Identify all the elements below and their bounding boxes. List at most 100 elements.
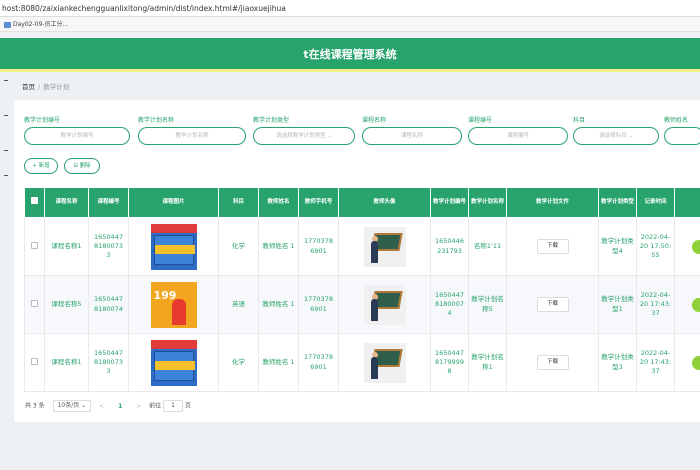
- select-all-cell[interactable]: [24, 187, 45, 218]
- breadcrumb: 首页 / 教学计划: [22, 81, 69, 91]
- app-title: t在线课程管理系统: [0, 38, 700, 72]
- teacher-avatar[interactable]: [363, 226, 406, 267]
- course-no-cell: 1650447 8180073 3: [88, 217, 129, 276]
- page-number-current[interactable]: 1: [118, 403, 122, 410]
- column-header: 教学计划编号: [430, 187, 469, 218]
- plan-no-input[interactable]: 教学计划编号: [24, 127, 130, 145]
- subject-select-placeholder: 请选择科目: [599, 133, 627, 139]
- download-button[interactable]: 下载: [536, 239, 569, 254]
- course-name-input[interactable]: 课程名称: [362, 127, 462, 145]
- goto-label: 前往: [149, 402, 162, 410]
- field-label: 教学计划编号: [24, 117, 61, 124]
- teacher-phone-cell: 1770378 6901: [298, 217, 339, 276]
- book-cover: [153, 350, 195, 381]
- download-button[interactable]: 下载: [536, 297, 569, 312]
- next-page-button[interactable]: >: [136, 403, 141, 410]
- course-name-cell: 课程名称1: [44, 217, 89, 276]
- page-size-select[interactable]: 10条/页 ⌄: [52, 400, 92, 412]
- address-bar[interactable]: host:8080/zaixiankechengguanlixitong/adm…: [0, 0, 700, 17]
- teacher-phone-cell: 1770378 6901: [298, 275, 339, 334]
- teacher-name-input[interactable]: [664, 127, 700, 145]
- book-band: [154, 360, 195, 370]
- subject-cell: 化学: [218, 333, 259, 392]
- table-header-row: 课程名称 课程编号 课程图片 科目 教师姓名 教师手机号 教师头像 教学计划编号…: [24, 187, 700, 218]
- field-label: 课程编号: [468, 117, 493, 124]
- action-button[interactable]: [692, 298, 700, 312]
- plan-name-cell: 教学计划名称1: [468, 333, 507, 392]
- sidebar-marker: [4, 80, 8, 81]
- bookmarks-bar: Day02-09-员工分...: [0, 17, 700, 32]
- field-label: 课程名称: [362, 117, 387, 124]
- row-select-cell: [24, 275, 45, 334]
- subject-select[interactable]: 请选择科目 ⌄: [573, 127, 659, 145]
- column-header: 教学计划名称: [468, 187, 507, 218]
- book-cover: [153, 234, 195, 265]
- subject-cell: 英语: [218, 275, 259, 334]
- chevron-down-icon: ⌄: [327, 133, 332, 139]
- plan-name-cell: 教学计划名称5: [468, 275, 507, 334]
- bookmark-icon: [4, 21, 11, 28]
- teacher-name-cell: 教师姓名 1: [258, 333, 299, 392]
- page-size-value: 10条/页: [57, 402, 80, 409]
- course-name-cell: 课程名称5: [44, 275, 89, 334]
- plan-type-cell: 教学计划类型3: [598, 333, 637, 392]
- row-checkbox[interactable]: [31, 300, 38, 308]
- chevron-down-icon: ⌄: [628, 133, 633, 139]
- teacher-body: [370, 240, 378, 263]
- plan-type-select-placeholder: 请选择教学计划类型: [276, 133, 326, 139]
- teacher-phone-cell: 1770378 6901: [298, 333, 339, 392]
- prev-page-button[interactable]: <: [99, 403, 104, 410]
- plan-type-cell: 教学计划类型4: [598, 217, 637, 276]
- plan-type-select[interactable]: 请选择教学计划类型 ⌄: [253, 127, 355, 145]
- delete-button[interactable]: ⊟ 删除: [64, 158, 100, 174]
- column-header: 教学计划文件: [506, 187, 599, 218]
- course-no-cell: 1650447 8180074: [88, 275, 129, 334]
- teacher-avatar-cell: [338, 275, 431, 334]
- goto-page-input[interactable]: 1: [163, 400, 184, 412]
- bookmark-item[interactable]: Day02-09-员工分...: [13, 21, 68, 28]
- plan-name-input[interactable]: 教学计划名称: [138, 127, 246, 145]
- teacher-avatar[interactable]: [363, 342, 406, 383]
- course-image[interactable]: 199: [150, 281, 197, 328]
- course-name-cell: 课程名称1: [44, 333, 89, 392]
- table-row: 课程名称5 1650447 8180074 199 英语 教师姓名 1 1770…: [24, 275, 700, 334]
- table-row: 课程名称1 1650447 8180073 3 化学 教师姓名 1 177037…: [24, 217, 700, 276]
- course-image[interactable]: [150, 339, 197, 386]
- action-button[interactable]: [692, 356, 700, 370]
- sidebar-marker: [4, 175, 8, 176]
- plan-no-cell: 1650447 8180007 4: [430, 275, 469, 334]
- row-checkbox[interactable]: [31, 358, 38, 366]
- field-label: 教学计划类型: [253, 117, 290, 124]
- sidebar-marker: [4, 115, 8, 116]
- row-select-cell: [24, 333, 45, 392]
- select-all-checkbox[interactable]: [31, 197, 38, 205]
- action-button[interactable]: [692, 240, 700, 254]
- course-no-cell: 1650447 8180073 3: [88, 333, 129, 392]
- goto-unit: 页: [184, 402, 191, 410]
- course-image[interactable]: [150, 223, 197, 270]
- field-label: 科目: [573, 117, 586, 124]
- total-count: 共 3 条: [25, 402, 45, 410]
- column-header: 科目: [218, 187, 259, 218]
- plan-no-cell: 1650447 8179999 8: [430, 333, 469, 392]
- plan-no-cell: 1650446 231793: [430, 217, 469, 276]
- teacher-body: [370, 356, 378, 379]
- book-illustration: [171, 298, 186, 325]
- book-band: [154, 244, 195, 254]
- sidebar-marker: [4, 150, 8, 151]
- add-button[interactable]: + 新增: [24, 158, 58, 174]
- plan-type-cell: 教学计划类型1: [598, 275, 637, 334]
- teacher-avatar[interactable]: [363, 284, 406, 325]
- plan-file-cell: 下载: [506, 217, 599, 276]
- download-button[interactable]: 下载: [536, 355, 569, 370]
- plan-name-cell: 名称1'11: [468, 217, 507, 276]
- column-header: 教师头像: [338, 187, 431, 218]
- teacher-avatar-cell: [338, 333, 431, 392]
- breadcrumb-home[interactable]: 首页: [22, 83, 35, 91]
- column-header: 记录时间: [636, 187, 675, 218]
- plan-file-cell: 下载: [506, 275, 599, 334]
- record-time-cell: 2022-04-20 17:43:37: [636, 275, 675, 334]
- plan-file-cell: 下载: [506, 333, 599, 392]
- row-checkbox[interactable]: [31, 242, 38, 250]
- course-no-input[interactable]: 课程编号: [468, 127, 568, 145]
